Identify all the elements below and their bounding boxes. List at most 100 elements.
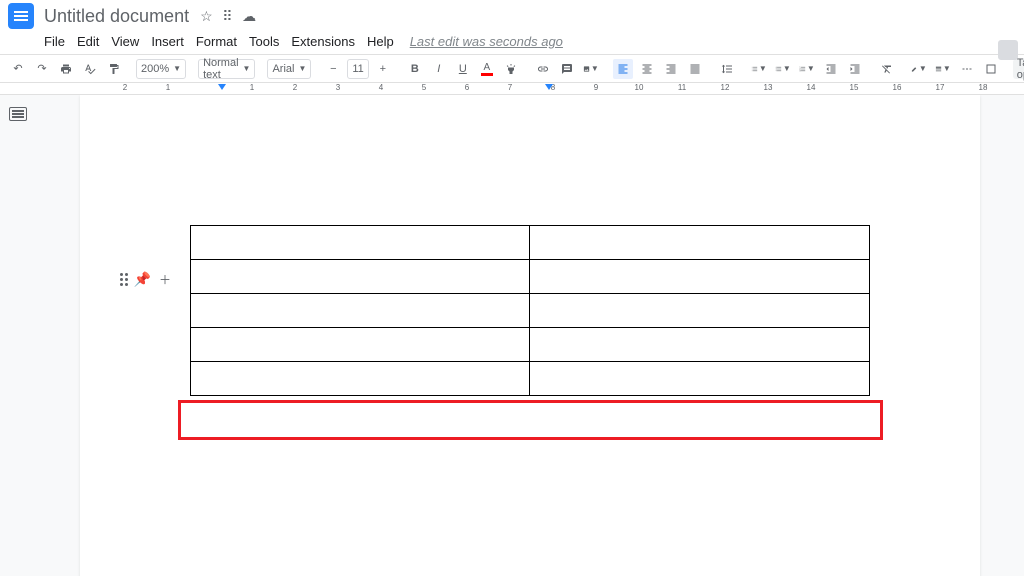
font-size-input[interactable]: 11 bbox=[347, 59, 368, 79]
document-title[interactable]: Untitled document bbox=[44, 6, 189, 27]
ruler-number: 4 bbox=[379, 83, 383, 92]
ruler-number: 16 bbox=[893, 83, 902, 92]
cell-background-button[interactable] bbox=[981, 59, 1001, 79]
align-left-button[interactable] bbox=[613, 59, 633, 79]
menu-insert[interactable]: Insert bbox=[151, 34, 184, 49]
ruler-number: 18 bbox=[979, 83, 988, 92]
ruler-left-indent-marker[interactable] bbox=[218, 84, 226, 90]
align-center-button[interactable] bbox=[637, 59, 657, 79]
docs-logo-icon[interactable] bbox=[8, 3, 34, 29]
paragraph-style-select[interactable]: Normal text▼ bbox=[198, 59, 255, 79]
decrease-font-size-button[interactable]: − bbox=[323, 59, 343, 79]
ruler-number: 14 bbox=[807, 83, 816, 92]
ruler-number: 12 bbox=[721, 83, 730, 92]
table-cell[interactable] bbox=[530, 328, 870, 362]
selection-highlight bbox=[178, 400, 883, 440]
menu-help[interactable]: Help bbox=[367, 34, 394, 49]
add-row-icon[interactable]: ＋ bbox=[157, 271, 173, 288]
insert-link-button[interactable] bbox=[533, 59, 553, 79]
ruler-number: 9 bbox=[594, 83, 598, 92]
align-right-button[interactable] bbox=[661, 59, 681, 79]
table-row[interactable] bbox=[190, 362, 869, 396]
page-area[interactable]: 📌 ＋ bbox=[35, 95, 1024, 576]
ruler-number: 6 bbox=[465, 83, 469, 92]
table-cell[interactable] bbox=[190, 294, 530, 328]
document-page[interactable]: 📌 ＋ bbox=[80, 95, 980, 576]
ruler-number: 11 bbox=[678, 83, 686, 92]
pin-row-icon[interactable]: 📌 bbox=[134, 271, 151, 288]
text-color-button[interactable]: A bbox=[477, 59, 497, 79]
ruler-right-indent-marker[interactable] bbox=[545, 84, 553, 90]
table-wrapper: 📌 ＋ bbox=[80, 225, 980, 396]
increase-indent-button[interactable] bbox=[845, 59, 865, 79]
caret-down-icon: ▼ bbox=[173, 64, 181, 73]
insert-image-button[interactable]: ▼ bbox=[581, 59, 601, 79]
menu-tools[interactable]: Tools bbox=[249, 34, 279, 49]
table-row[interactable] bbox=[190, 226, 869, 260]
bold-button[interactable]: B bbox=[405, 59, 425, 79]
ruler-number: 15 bbox=[850, 83, 859, 92]
cloud-status-icon[interactable]: ☁ bbox=[242, 8, 256, 24]
menu-extensions[interactable]: Extensions bbox=[291, 34, 355, 49]
table-cell[interactable] bbox=[530, 294, 870, 328]
title-row: Untitled document ☆ ⠿ ☁ bbox=[0, 0, 1024, 32]
ruler-ticks: 21123456789101112131415161718 bbox=[0, 83, 1024, 94]
table-cell[interactable] bbox=[530, 226, 870, 260]
align-justify-button[interactable] bbox=[685, 59, 705, 79]
ruler-number: 1 bbox=[250, 83, 254, 92]
ruler-number: 13 bbox=[764, 83, 773, 92]
last-edit-text[interactable]: Last edit was seconds ago bbox=[410, 34, 563, 49]
star-icon[interactable]: ☆ bbox=[200, 8, 213, 24]
table-row[interactable] bbox=[190, 260, 869, 294]
add-comment-button[interactable] bbox=[557, 59, 577, 79]
zoom-select[interactable]: 200%▼ bbox=[136, 59, 186, 79]
title-icons: ☆ ⠿ ☁ bbox=[197, 8, 259, 25]
drag-handle-icon[interactable] bbox=[120, 273, 128, 286]
numbered-list-button[interactable]: ▼ bbox=[797, 59, 817, 79]
paint-format-button[interactable] bbox=[104, 59, 124, 79]
menu-view[interactable]: View bbox=[111, 34, 139, 49]
ruler-number: 2 bbox=[123, 83, 127, 92]
undo-button[interactable]: ↶ bbox=[8, 59, 28, 79]
clear-formatting-button[interactable] bbox=[877, 59, 897, 79]
horizontal-ruler[interactable]: 21123456789101112131415161718 bbox=[0, 83, 1024, 95]
row-controls: 📌 ＋ bbox=[120, 271, 173, 288]
caret-down-icon: ▼ bbox=[298, 64, 306, 73]
table-cell[interactable] bbox=[190, 362, 530, 396]
table-cell[interactable] bbox=[190, 260, 530, 294]
side-panel-toggle-icon[interactable] bbox=[998, 40, 1018, 60]
border-dash-button[interactable] bbox=[957, 59, 977, 79]
checklist-button[interactable]: ▼ bbox=[749, 59, 769, 79]
line-spacing-button[interactable] bbox=[717, 59, 737, 79]
border-width-button[interactable]: ▼ bbox=[933, 59, 953, 79]
document-table[interactable] bbox=[190, 225, 870, 396]
font-select[interactable]: Arial▼ bbox=[267, 59, 311, 79]
spellcheck-button[interactable] bbox=[80, 59, 100, 79]
decrease-indent-button[interactable] bbox=[821, 59, 841, 79]
table-row[interactable] bbox=[190, 294, 869, 328]
bulleted-list-button[interactable]: ▼ bbox=[773, 59, 793, 79]
table-cell[interactable] bbox=[530, 260, 870, 294]
table-row[interactable] bbox=[190, 328, 869, 362]
menu-file[interactable]: File bbox=[44, 34, 65, 49]
menu-bar: File Edit View Insert Format Tools Exten… bbox=[0, 32, 1024, 54]
underline-button[interactable]: U bbox=[453, 59, 473, 79]
caret-down-icon: ▼ bbox=[591, 64, 599, 73]
increase-font-size-button[interactable]: + bbox=[373, 59, 393, 79]
document-outline-icon[interactable] bbox=[9, 107, 27, 121]
caret-down-icon: ▼ bbox=[243, 64, 251, 73]
table-cell[interactable] bbox=[530, 362, 870, 396]
table-cell[interactable] bbox=[190, 328, 530, 362]
italic-button[interactable]: I bbox=[429, 59, 449, 79]
print-button[interactable] bbox=[56, 59, 76, 79]
table-options-button[interactable]: Table options bbox=[1013, 59, 1024, 79]
ruler-number: 3 bbox=[336, 83, 340, 92]
ruler-number: 2 bbox=[293, 83, 297, 92]
table-cell[interactable] bbox=[190, 226, 530, 260]
menu-edit[interactable]: Edit bbox=[77, 34, 99, 49]
menu-format[interactable]: Format bbox=[196, 34, 237, 49]
highlight-color-button[interactable] bbox=[501, 59, 521, 79]
redo-button[interactable]: ↷ bbox=[32, 59, 52, 79]
move-icon[interactable]: ⠿ bbox=[222, 8, 232, 24]
border-color-button[interactable]: ▼ bbox=[909, 59, 929, 79]
